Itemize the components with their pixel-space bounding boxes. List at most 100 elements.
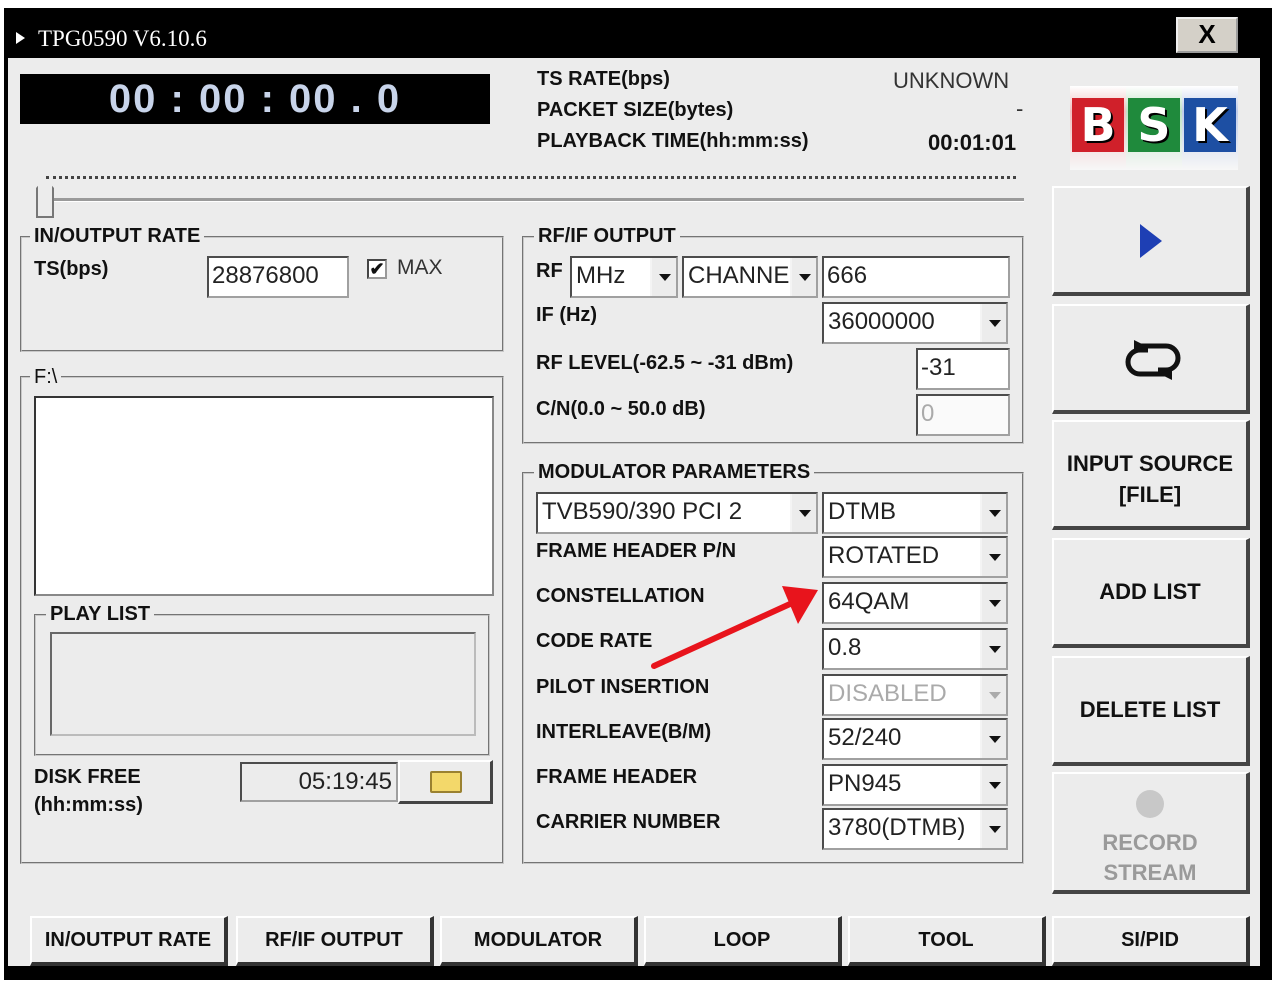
playlist-box[interactable]	[50, 632, 476, 736]
pilot-insertion-value: DISABLED	[828, 680, 947, 707]
loop-icon	[1125, 340, 1181, 380]
constellation-value: 64QAM	[828, 588, 910, 615]
packet-size-value: -	[1016, 96, 1024, 121]
carrier-number-value: 3780(DTMB)	[828, 814, 966, 841]
record-icon	[1136, 790, 1164, 818]
delete-list-button[interactable]: DELETE LIST	[1052, 656, 1250, 766]
tab-loop[interactable]: LOOP	[644, 916, 842, 966]
carrier-number-select[interactable]: 3780(DTMB)	[822, 808, 1008, 850]
input-source-label: INPUT SOURCE	[1066, 451, 1234, 476]
play-icon	[1140, 224, 1162, 258]
standard-value: DTMB	[828, 498, 896, 525]
pilot-insertion-select[interactable]: DISABLED	[822, 674, 1008, 716]
file-group-title: F:\	[30, 366, 62, 389]
elapsed-time-display: 00 : 00 : 00 . 0	[20, 74, 490, 124]
menu-arrow-icon[interactable]	[16, 32, 25, 44]
tab-modulator[interactable]: MODULATOR	[440, 916, 638, 966]
play-button[interactable]	[1052, 186, 1250, 296]
if-frequency-select[interactable]: 36000000	[822, 302, 1008, 344]
frame-header-pn-select[interactable]: ROTATED	[822, 536, 1008, 578]
playback-time-value: 00:01:01	[928, 130, 1017, 155]
playback-time-label: PLAYBACK TIME(hh:mm:ss)	[537, 130, 809, 152]
record-stream-button[interactable]: RECORD STREAM	[1052, 772, 1250, 894]
chevron-down-icon[interactable]	[980, 584, 1006, 622]
code-rate-label: CODE RATE	[536, 630, 653, 652]
rf-unit-select[interactable]: MHz	[570, 256, 678, 298]
frame-header-pn-label: FRAME HEADER P/N	[536, 540, 737, 562]
rf-output-group-title: RF/IF OUTPUT	[534, 225, 680, 248]
max-checkbox[interactable]: ✔	[367, 259, 387, 279]
chevron-down-icon[interactable]	[980, 630, 1006, 668]
file-listbox[interactable]	[34, 396, 494, 596]
device-select[interactable]: TVB590/390 PCI 2	[536, 492, 818, 534]
chevron-down-icon[interactable]	[980, 720, 1006, 758]
frame-header-label: FRAME HEADER	[536, 766, 698, 788]
chevron-down-icon[interactable]	[790, 258, 816, 296]
device-value: TVB590/390 PCI 2	[542, 498, 743, 525]
cn-input[interactable]: 0	[916, 394, 1010, 436]
chevron-down-icon[interactable]	[980, 538, 1006, 576]
browse-folder-button[interactable]	[398, 760, 493, 804]
window-title: TPG0590 V6.10.6	[38, 26, 207, 51]
playback-slider-track[interactable]	[36, 198, 1024, 202]
rf-mode-value: CHANNE	[688, 262, 790, 289]
rf-mode-select[interactable]: CHANNE	[682, 256, 818, 298]
rf-label: RF	[536, 260, 563, 282]
tab-rf-if-output[interactable]: RF/IF OUTPUT	[236, 916, 434, 966]
folder-icon	[430, 771, 462, 793]
if-frequency-value: 36000000	[828, 308, 935, 335]
interleave-value: 52/240	[828, 724, 902, 751]
add-list-button[interactable]: ADD LIST	[1052, 538, 1250, 648]
carrier-number-label: CARRIER NUMBER	[536, 811, 721, 833]
frame-header-value: PN945	[828, 770, 902, 797]
code-rate-value: 0.8	[828, 634, 862, 661]
disk-free-label: DISK FREE	[34, 766, 141, 788]
ts-rate-input[interactable]: 28876800	[207, 256, 349, 298]
input-source-value: [FILE]	[1118, 482, 1182, 507]
cn-label: C/N(0.0 ~ 50.0 dB)	[536, 398, 706, 420]
close-button[interactable]: X	[1176, 17, 1238, 53]
ts-rate-value: UNKNOWN	[893, 68, 1010, 93]
packet-size-label: PACKET SIZE(bytes)	[537, 99, 734, 121]
annotation-arrow	[651, 586, 818, 669]
chevron-down-icon[interactable]	[980, 494, 1006, 532]
tab-si-pid[interactable]: SI/PID	[1052, 916, 1250, 966]
playlist-group-title: PLAY LIST	[46, 603, 155, 626]
modulator-group-title: MODULATOR PARAMETERS	[534, 461, 815, 484]
rf-level-input[interactable]: -31	[916, 348, 1010, 390]
chevron-down-icon[interactable]	[980, 304, 1006, 342]
chevron-down-icon[interactable]	[980, 810, 1006, 848]
tab-tool[interactable]: TOOL	[848, 916, 1046, 966]
logo-letter-b: B	[1072, 98, 1124, 152]
chevron-down-icon	[980, 676, 1006, 714]
frame-header-pn-value: ROTATED	[828, 542, 940, 569]
stream-label: STREAM	[1103, 860, 1197, 885]
tab-in-output-rate[interactable]: IN/OUTPUT RATE	[30, 916, 228, 966]
input-source-button[interactable]: INPUT SOURCE [FILE]	[1052, 420, 1250, 530]
ts-bps-label: TS(bps)	[34, 258, 109, 280]
standard-select[interactable]: DTMB	[822, 492, 1008, 534]
bsk-logo: B S K	[1064, 80, 1238, 170]
interleave-select[interactable]: 52/240	[822, 718, 1008, 760]
chevron-down-icon[interactable]	[980, 766, 1006, 804]
logo-letter-k: K	[1184, 98, 1236, 152]
rf-level-label: RF LEVEL(-62.5 ~ -31 dBm)	[536, 352, 794, 374]
disk-free-value: 05:19:45	[240, 762, 398, 802]
interleave-label: INTERLEAVE(B/M)	[536, 721, 712, 743]
loop-button[interactable]	[1052, 304, 1250, 414]
io-rate-group-title: IN/OUTPUT RATE	[30, 225, 205, 248]
slider-ticks	[46, 176, 1016, 182]
record-label: RECORD	[1102, 830, 1198, 855]
code-rate-select[interactable]: 0.8	[822, 628, 1008, 670]
disk-free-unit-label: (hh:mm:ss)	[34, 794, 143, 816]
frame-header-select[interactable]: PN945	[822, 764, 1008, 806]
rf-frequency-input[interactable]: 666	[822, 256, 1010, 298]
if-label: IF (Hz)	[536, 304, 598, 326]
rf-unit-value: MHz	[576, 262, 626, 289]
max-label: MAX	[397, 256, 443, 279]
chevron-down-icon[interactable]	[650, 258, 676, 296]
ts-rate-label: TS RATE(bps)	[537, 68, 670, 90]
chevron-down-icon[interactable]	[790, 494, 816, 532]
logo-letter-s: S	[1128, 98, 1180, 152]
constellation-select[interactable]: 64QAM	[822, 582, 1008, 624]
